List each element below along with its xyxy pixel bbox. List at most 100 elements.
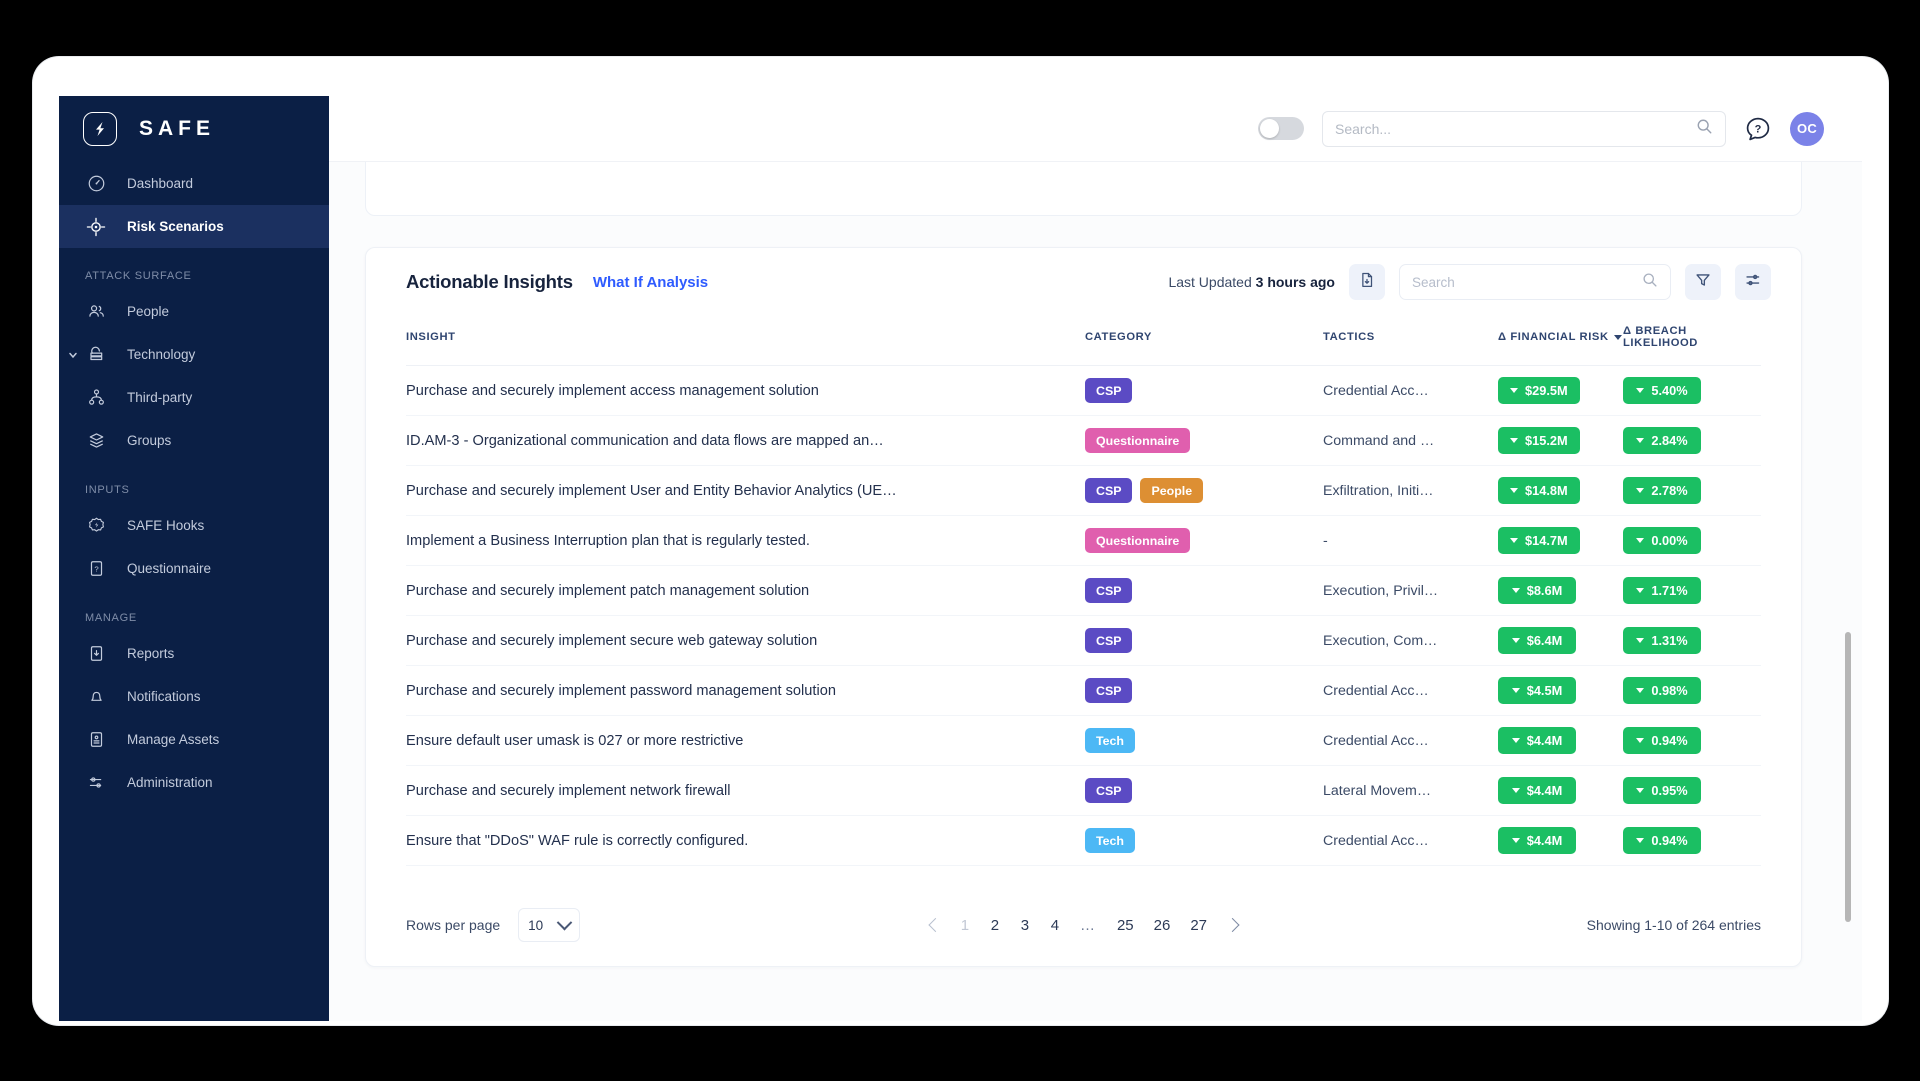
col-header-tactics[interactable]: TACTICS: [1323, 316, 1498, 366]
what-if-analysis-link[interactable]: What If Analysis: [593, 274, 708, 291]
category-chip[interactable]: CSP: [1085, 778, 1133, 803]
sidebar-item-third-party[interactable]: Third-party: [59, 376, 329, 419]
category-chip[interactable]: Questionnaire: [1085, 528, 1191, 553]
sidebar-item-reports[interactable]: Reports: [59, 632, 329, 675]
table-row[interactable]: Implement a Business Interruption plan t…: [406, 515, 1761, 566]
table-row[interactable]: Purchase and securely implement patch ma…: [406, 565, 1761, 616]
sidebar-item-questionnaire[interactable]: ? Questionnaire: [59, 547, 329, 590]
category-chip[interactable]: CSP: [1085, 678, 1133, 703]
col-header-insight[interactable]: INSIGHT: [406, 316, 1085, 366]
sidebar-item-people[interactable]: People: [59, 290, 329, 333]
sidebar-item-label: Technology: [127, 347, 196, 362]
theme-toggle[interactable]: [1258, 117, 1304, 140]
cell-breach-likelihood: 0.94%: [1623, 715, 1761, 766]
col-header-category[interactable]: CATEGORY: [1085, 316, 1323, 366]
caret-down-icon: [1511, 638, 1520, 643]
cell-category: Tech: [1085, 715, 1323, 766]
insight-link[interactable]: Purchase and securely implement User and…: [406, 483, 966, 499]
financial-risk-value: $4.4M: [1526, 783, 1563, 798]
category-chip[interactable]: Tech: [1085, 828, 1135, 853]
breach-likelihood-badge: 0.98%: [1623, 677, 1701, 704]
table-row[interactable]: Purchase and securely implement access m…: [406, 365, 1761, 416]
breach-likelihood-value: 0.00%: [1651, 533, 1688, 548]
category-chip[interactable]: Questionnaire: [1085, 428, 1191, 453]
financial-risk-value: $6.4M: [1526, 633, 1563, 648]
safe-logo-icon: [83, 112, 117, 146]
insight-link[interactable]: Ensure that "DDoS" WAF rule is correctly…: [406, 833, 966, 849]
sidebar-item-notifications[interactable]: Notifications: [59, 675, 329, 718]
cell-breach-likelihood: 2.78%: [1623, 465, 1761, 516]
page-number[interactable]: 3: [1020, 917, 1030, 934]
category-chip[interactable]: CSP: [1085, 378, 1133, 403]
vertical-scrollbar[interactable]: [1845, 632, 1851, 922]
reports-icon: [85, 643, 107, 665]
brand-logo[interactable]: SAFE: [59, 96, 329, 162]
table-row[interactable]: Purchase and securely implement password…: [406, 665, 1761, 716]
sort-descending-icon[interactable]: [1613, 334, 1622, 340]
insight-link[interactable]: Purchase and securely implement secure w…: [406, 633, 966, 649]
cell-breach-likelihood: 5.40%: [1623, 365, 1761, 416]
category-chip[interactable]: Tech: [1085, 728, 1135, 753]
search-input[interactable]: [1335, 120, 1696, 137]
breach-likelihood-value: 1.31%: [1651, 633, 1688, 648]
breach-likelihood-value: 0.95%: [1651, 783, 1688, 798]
prev-page-button[interactable]: [927, 917, 943, 933]
filter-button[interactable]: [1685, 264, 1721, 300]
cell-category: CSP: [1085, 565, 1323, 616]
insight-link[interactable]: ID.AM-3 - Organizational communication a…: [406, 433, 966, 449]
category-chip[interactable]: CSP: [1085, 578, 1133, 603]
financial-risk-value: $14.7M: [1525, 533, 1568, 548]
page-number[interactable]: 1: [960, 917, 970, 934]
avatar[interactable]: OC: [1790, 111, 1824, 146]
help-icon[interactable]: ?: [1744, 115, 1772, 143]
export-button[interactable]: [1349, 264, 1385, 300]
category-chip[interactable]: People: [1140, 478, 1204, 503]
insight-link[interactable]: Ensure default user umask is 027 or more…: [406, 733, 966, 749]
sidebar-item-manage-assets[interactable]: Manage Assets: [59, 718, 329, 761]
sidebar-item-label: Reports: [127, 646, 175, 661]
sidebar-item-groups[interactable]: Groups: [59, 419, 329, 462]
table-row[interactable]: Purchase and securely implement User and…: [406, 465, 1761, 516]
insight-link[interactable]: Implement a Business Interruption plan t…: [406, 533, 966, 549]
table-body: Purchase and securely implement access m…: [406, 365, 1761, 866]
col-header-financial-risk[interactable]: Δ FINANCIAL RISK: [1498, 316, 1623, 366]
category-chip[interactable]: CSP: [1085, 478, 1133, 503]
page-number[interactable]: 25: [1117, 917, 1134, 934]
panel-search[interactable]: [1399, 264, 1671, 300]
cell-tactics: -: [1323, 515, 1498, 566]
table-row[interactable]: Ensure that "DDoS" WAF rule is correctly…: [406, 815, 1761, 866]
financial-risk-value: $15.2M: [1525, 433, 1568, 448]
page-number[interactable]: 4: [1050, 917, 1060, 934]
table-row[interactable]: Purchase and securely implement secure w…: [406, 615, 1761, 666]
insight-link[interactable]: Purchase and securely implement access m…: [406, 383, 966, 399]
page-number[interactable]: 27: [1190, 917, 1207, 934]
col-header-breach-likelihood[interactable]: Δ BREACH LIKELIHOOD: [1623, 316, 1761, 366]
sidebar-item-safe-hooks[interactable]: SAFE Hooks: [59, 504, 329, 547]
cell-category: CSP: [1085, 765, 1323, 816]
table-row[interactable]: ID.AM-3 - Organizational communication a…: [406, 415, 1761, 466]
panel-search-input[interactable]: [1412, 274, 1642, 290]
table-row[interactable]: Ensure default user umask is 027 or more…: [406, 715, 1761, 766]
caret-down-icon: [1510, 438, 1518, 443]
page-number[interactable]: 2: [990, 917, 1000, 934]
category-chip[interactable]: CSP: [1085, 628, 1133, 653]
sidebar-item-dashboard[interactable]: Dashboard: [59, 162, 329, 205]
rows-per-page-select[interactable]: 10: [518, 908, 581, 942]
sidebar-item-administration[interactable]: Administration: [59, 761, 329, 804]
sidebar-item-risk-scenarios[interactable]: Risk Scenarios: [59, 205, 329, 248]
table-row[interactable]: Purchase and securely implement network …: [406, 765, 1761, 816]
column-settings-button[interactable]: [1735, 264, 1771, 300]
insight-link[interactable]: Purchase and securely implement password…: [406, 683, 966, 699]
global-search[interactable]: [1322, 110, 1726, 147]
breach-likelihood-value: 0.94%: [1651, 733, 1688, 748]
page-number[interactable]: 26: [1154, 917, 1171, 934]
next-page-button[interactable]: [1224, 917, 1240, 933]
tactics-text: Credential Acc…: [1323, 832, 1429, 849]
cell-breach-likelihood: 0.98%: [1623, 665, 1761, 716]
breach-likelihood-badge: 1.31%: [1623, 627, 1701, 654]
insight-link[interactable]: Purchase and securely implement patch ma…: [406, 583, 966, 599]
chevron-down-icon[interactable]: [67, 349, 79, 361]
sliders-settings-icon: [1744, 271, 1762, 294]
insight-link[interactable]: Purchase and securely implement network …: [406, 783, 966, 799]
sidebar-item-technology[interactable]: Technology: [59, 333, 329, 376]
